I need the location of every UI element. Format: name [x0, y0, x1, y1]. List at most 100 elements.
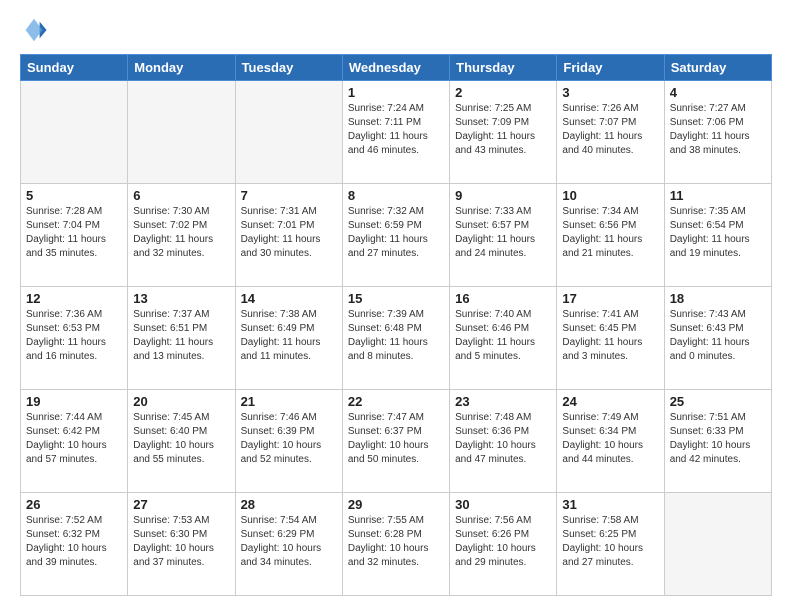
day-number: 3 [562, 85, 658, 100]
logo [20, 16, 52, 44]
day-number: 4 [670, 85, 766, 100]
day-number: 1 [348, 85, 444, 100]
day-number: 27 [133, 497, 229, 512]
day-cell: 29 Sunrise: 7:55 AM Sunset: 6:28 PM Dayli… [342, 493, 449, 596]
day-number: 14 [241, 291, 337, 306]
day-cell: 27 Sunrise: 7:53 AM Sunset: 6:30 PM Dayli… [128, 493, 235, 596]
day-cell: 30 Sunrise: 7:56 AM Sunset: 6:26 PM Dayli… [450, 493, 557, 596]
day-number: 6 [133, 188, 229, 203]
day-number: 20 [133, 394, 229, 409]
calendar: SundayMondayTuesdayWednesdayThursdayFrid… [20, 54, 772, 596]
day-number: 5 [26, 188, 122, 203]
day-number: 22 [348, 394, 444, 409]
day-cell [664, 493, 771, 596]
day-info: Sunrise: 7:41 AM Sunset: 6:45 PM Dayligh… [562, 308, 658, 364]
day-cell: 19Sunrise: 7:44 AM Sunset: 6:42 PM Dayli… [21, 390, 128, 493]
day-cell: 21 Sunrise: 7:46 AM Sunset: 6:39 PM Dayli… [235, 390, 342, 493]
day-cell: 31 Sunrise: 7:58 AM Sunset: 6:25 PM Dayli… [557, 493, 664, 596]
day-info: Sunrise: 7:55 AM Sunset: 6:28 PM Dayligh… [348, 514, 444, 570]
day-info: Sunrise: 7:49 AM Sunset: 6:34 PM Dayligh… [562, 411, 658, 467]
day-cell: 20 Sunrise: 7:45 AM Sunset: 6:40 PM Dayli… [128, 390, 235, 493]
day-info: Sunrise: 7:26 AM Sunset: 7:07 PM Dayligh… [562, 102, 658, 158]
day-info: Sunrise: 7:47 AM Sunset: 6:37 PM Dayligh… [348, 411, 444, 467]
day-info: Sunrise: 7:56 AM Sunset: 6:26 PM Dayligh… [455, 514, 551, 570]
day-cell: 14 Sunrise: 7:38 AM Sunset: 6:49 PM Dayli… [235, 287, 342, 390]
day-info: Sunrise: 7:39 AM Sunset: 6:48 PM Dayligh… [348, 308, 444, 364]
header [20, 16, 772, 44]
day-info: Sunrise: 7:58 AM Sunset: 6:25 PM Dayligh… [562, 514, 658, 570]
day-info: Sunrise: 7:25 AM Sunset: 7:09 PM Dayligh… [455, 102, 551, 158]
day-info: Sunrise: 7:48 AM Sunset: 6:36 PM Dayligh… [455, 411, 551, 467]
day-cell: 12 Sunrise: 7:36 AM Sunset: 6:53 PM Dayli… [21, 287, 128, 390]
day-cell: 24 Sunrise: 7:49 AM Sunset: 6:34 PM Dayli… [557, 390, 664, 493]
dow-header: Monday [128, 55, 235, 81]
day-number: 25 [670, 394, 766, 409]
day-info: Sunrise: 7:53 AM Sunset: 6:30 PM Dayligh… [133, 514, 229, 570]
day-cell: 16Sunrise: 7:40 AM Sunset: 6:46 PM Dayli… [450, 287, 557, 390]
day-info: Sunrise: 7:27 AM Sunset: 7:06 PM Dayligh… [670, 102, 766, 158]
day-number: 28 [241, 497, 337, 512]
day-info: Sunrise: 7:51 AM Sunset: 6:33 PM Dayligh… [670, 411, 766, 467]
page: SundayMondayTuesdayWednesdayThursdayFrid… [0, 0, 792, 612]
calendar-body: 1 Sunrise: 7:24 AM Sunset: 7:11 PM Daylig… [21, 81, 772, 596]
day-info: Sunrise: 7:36 AM Sunset: 6:53 PM Dayligh… [26, 308, 122, 364]
day-cell: 3 Sunrise: 7:26 AM Sunset: 7:07 PM Daylig… [557, 81, 664, 184]
day-cell: 2 Sunrise: 7:25 AM Sunset: 7:09 PM Daylig… [450, 81, 557, 184]
dow-header: Friday [557, 55, 664, 81]
day-info: Sunrise: 7:43 AM Sunset: 6:43 PM Dayligh… [670, 308, 766, 364]
dow-header: Tuesday [235, 55, 342, 81]
day-cell: 26 Sunrise: 7:52 AM Sunset: 6:32 PM Dayli… [21, 493, 128, 596]
day-info: Sunrise: 7:54 AM Sunset: 6:29 PM Dayligh… [241, 514, 337, 570]
dow-header: Saturday [664, 55, 771, 81]
day-info: Sunrise: 7:30 AM Sunset: 7:02 PM Dayligh… [133, 205, 229, 261]
day-cell: 7Sunrise: 7:31 AM Sunset: 7:01 PM Daylig… [235, 184, 342, 287]
day-info: Sunrise: 7:37 AM Sunset: 6:51 PM Dayligh… [133, 308, 229, 364]
day-number: 21 [241, 394, 337, 409]
day-number: 2 [455, 85, 551, 100]
logo-icon [20, 16, 48, 44]
day-info: Sunrise: 7:31 AM Sunset: 7:01 PM Dayligh… [241, 205, 337, 261]
day-cell: 1 Sunrise: 7:24 AM Sunset: 7:11 PM Daylig… [342, 81, 449, 184]
day-cell [235, 81, 342, 184]
day-info: Sunrise: 7:46 AM Sunset: 6:39 PM Dayligh… [241, 411, 337, 467]
week-row: 19Sunrise: 7:44 AM Sunset: 6:42 PM Dayli… [21, 390, 772, 493]
day-info: Sunrise: 7:38 AM Sunset: 6:49 PM Dayligh… [241, 308, 337, 364]
day-number: 15 [348, 291, 444, 306]
day-number: 17 [562, 291, 658, 306]
day-cell: 25 Sunrise: 7:51 AM Sunset: 6:33 PM Dayli… [664, 390, 771, 493]
day-info: Sunrise: 7:33 AM Sunset: 6:57 PM Dayligh… [455, 205, 551, 261]
day-number: 11 [670, 188, 766, 203]
day-cell: 22 Sunrise: 7:47 AM Sunset: 6:37 PM Dayli… [342, 390, 449, 493]
day-info: Sunrise: 7:24 AM Sunset: 7:11 PM Dayligh… [348, 102, 444, 158]
day-cell: 8Sunrise: 7:32 AM Sunset: 6:59 PM Daylig… [342, 184, 449, 287]
day-info: Sunrise: 7:34 AM Sunset: 6:56 PM Dayligh… [562, 205, 658, 261]
dow-header: Wednesday [342, 55, 449, 81]
day-cell: 18Sunrise: 7:43 AM Sunset: 6:43 PM Dayli… [664, 287, 771, 390]
day-number: 24 [562, 394, 658, 409]
day-info: Sunrise: 7:45 AM Sunset: 6:40 PM Dayligh… [133, 411, 229, 467]
day-cell: 15 Sunrise: 7:39 AM Sunset: 6:48 PM Dayli… [342, 287, 449, 390]
week-row: 26 Sunrise: 7:52 AM Sunset: 6:32 PM Dayli… [21, 493, 772, 596]
day-number: 8 [348, 188, 444, 203]
day-info: Sunrise: 7:40 AM Sunset: 6:46 PM Dayligh… [455, 308, 551, 364]
day-cell: 28 Sunrise: 7:54 AM Sunset: 6:29 PM Dayli… [235, 493, 342, 596]
days-of-week-row: SundayMondayTuesdayWednesdayThursdayFrid… [21, 55, 772, 81]
day-number: 12 [26, 291, 122, 306]
day-number: 13 [133, 291, 229, 306]
day-number: 29 [348, 497, 444, 512]
day-cell: 6 Sunrise: 7:30 AM Sunset: 7:02 PM Daylig… [128, 184, 235, 287]
day-cell [21, 81, 128, 184]
day-info: Sunrise: 7:28 AM Sunset: 7:04 PM Dayligh… [26, 205, 122, 261]
dow-header: Sunday [21, 55, 128, 81]
week-row: 5 Sunrise: 7:28 AM Sunset: 7:04 PM Daylig… [21, 184, 772, 287]
day-number: 10 [562, 188, 658, 203]
day-number: 31 [562, 497, 658, 512]
dow-header: Thursday [450, 55, 557, 81]
day-number: 30 [455, 497, 551, 512]
day-cell: 17 Sunrise: 7:41 AM Sunset: 6:45 PM Dayli… [557, 287, 664, 390]
day-info: Sunrise: 7:52 AM Sunset: 6:32 PM Dayligh… [26, 514, 122, 570]
day-number: 26 [26, 497, 122, 512]
day-number: 19 [26, 394, 122, 409]
day-cell: 10 Sunrise: 7:34 AM Sunset: 6:56 PM Dayli… [557, 184, 664, 287]
day-number: 9 [455, 188, 551, 203]
